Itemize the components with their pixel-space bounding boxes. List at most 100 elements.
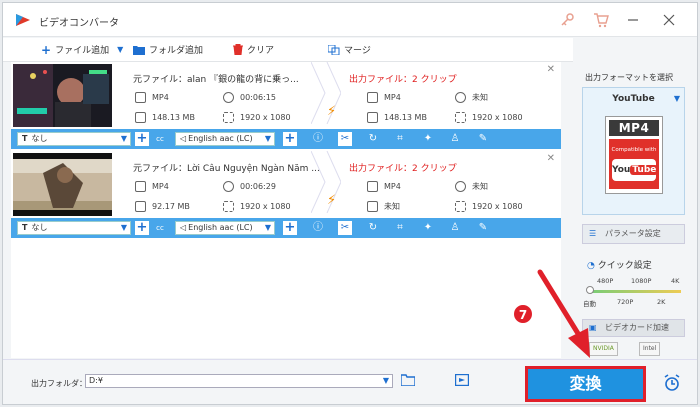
resolution-icon — [223, 112, 234, 123]
source-format: MP4 — [135, 181, 169, 192]
clock-icon — [455, 181, 466, 192]
add-subtitle-button[interactable]: + — [135, 132, 149, 146]
audio-select[interactable]: ◁ English aac (LC) ▼ — [175, 132, 275, 146]
edit-icon[interactable]: ✎ — [476, 221, 490, 235]
parameter-settings-button[interactable]: ☰ パラメータ設定 — [582, 224, 685, 244]
duration-value: 未知 — [472, 93, 488, 102]
scissors-icon[interactable]: ✂ — [338, 132, 352, 146]
source-name: Lời Câu Nguyện Ngàn Năm ... — [187, 164, 320, 174]
size-value: 未知 — [384, 202, 400, 211]
plus-icon: + — [41, 42, 52, 57]
output-resolution: 1920 x 1080 — [455, 112, 523, 123]
scissors-icon[interactable]: ✂ — [338, 221, 352, 235]
alarm-clock-icon[interactable] — [663, 374, 681, 392]
output-folder-label: 出力フォルダ： — [31, 379, 87, 388]
add-file-button[interactable]: + ファイル追加 ▼ — [41, 42, 123, 57]
output-size: 148.13 MB — [367, 112, 427, 123]
format-name: YouTube — [612, 94, 655, 104]
file-size-icon — [135, 112, 146, 123]
format-card-label: MP4 — [609, 120, 659, 136]
chevron-down-icon[interactable]: ▼ — [674, 94, 680, 103]
audio-value: English aac (LC) — [188, 134, 253, 143]
close-icon[interactable]: ✕ — [547, 64, 555, 75]
slider-label: 4K — [671, 277, 680, 285]
source-file-name: 元ファイル：Lời Câu Nguyện Ngàn Năm ... — [133, 161, 320, 174]
format-card: MP4 Compatible with You Tube — [605, 116, 663, 194]
format-selector[interactable]: YouTube ▼ MP4 Compatible with You Tube — [582, 87, 685, 215]
source-file-name: 元ファイル：alan 『銀の龍の背に乗っ... — [133, 72, 299, 85]
convert-button[interactable]: 変換 — [525, 366, 646, 402]
video-thumbnail[interactable] — [13, 153, 112, 216]
watermark-icon[interactable]: ♙ — [448, 132, 462, 146]
close-icon[interactable] — [661, 12, 677, 28]
subtitle-select[interactable]: T なし ▼ — [17, 221, 131, 235]
arrow-divider-icon — [311, 151, 341, 213]
audio-value: English aac (LC) — [188, 223, 253, 232]
subtitle-select[interactable]: T なし ▼ — [17, 132, 131, 146]
key-icon[interactable] — [559, 12, 575, 28]
output-folder-select[interactable]: D:¥ ▼ — [85, 374, 393, 388]
info-icon[interactable]: ⓘ — [311, 132, 325, 146]
source-size: 92.17 MB — [135, 201, 190, 212]
audio-select[interactable]: ◁ English aac (LC) ▼ — [175, 221, 275, 235]
arrow-divider-icon — [311, 62, 341, 124]
browse-folder-icon[interactable] — [401, 374, 415, 386]
duration-value: 未知 — [472, 182, 488, 191]
add-audio-button[interactable]: + — [283, 221, 297, 235]
chevron-down-icon[interactable]: ▼ — [117, 45, 123, 54]
crop-icon[interactable]: ⌗ — [393, 132, 407, 146]
source-label: 元ファイル： — [133, 75, 188, 85]
folder-icon — [133, 45, 145, 55]
clear-button[interactable]: クリア — [233, 43, 274, 56]
slider-label: 1080P — [631, 277, 652, 285]
item-toolbar: T なし ▼ + cc ◁ English aac (LC) ▼ + ⓘ ✂ ↻ ⌗ ✦… — [11, 129, 561, 149]
output-format-title: 出力フォーマットを選択 — [585, 73, 673, 82]
add-folder-button[interactable]: フォルダ追加 — [133, 43, 203, 56]
add-subtitle-button[interactable]: + — [135, 221, 149, 235]
add-audio-button[interactable]: + — [283, 132, 297, 146]
effects-icon[interactable]: ✦ — [421, 221, 435, 235]
output-file-label: 出力ファイル：2 クリップ — [349, 75, 457, 85]
rotate-icon[interactable]: ↻ — [366, 132, 380, 146]
source-duration: 00:06:29 — [223, 181, 276, 192]
youtube-logo-icon: You Tube — [612, 159, 659, 181]
close-icon[interactable]: ✕ — [547, 153, 555, 164]
cc-icon[interactable]: cc — [153, 221, 167, 235]
cart-icon[interactable] — [593, 12, 609, 28]
info-icon[interactable]: ⓘ — [311, 221, 325, 235]
rotate-icon[interactable]: ↻ — [366, 221, 380, 235]
bottom-bar: 出力フォルダ： D:¥ ▼ 変換 — [3, 359, 697, 404]
subtitle-value: なし — [31, 134, 48, 143]
edit-icon[interactable]: ✎ — [476, 132, 490, 146]
minimize-icon[interactable] — [625, 12, 641, 28]
crop-icon[interactable]: ⌗ — [393, 221, 407, 235]
output-file-label: 出力ファイル：2 クリップ — [349, 164, 457, 174]
chevron-down-icon: ▼ — [264, 223, 271, 232]
quality-slider[interactable] — [589, 290, 681, 293]
size-value: 148.13 MB — [384, 113, 427, 122]
cc-icon[interactable]: cc — [153, 132, 167, 146]
lightning-icon: ⚡ — [327, 193, 337, 208]
merge-label: マージ — [344, 46, 371, 56]
open-folder-icon[interactable] — [455, 374, 469, 386]
slider-label: 2K — [657, 298, 666, 306]
intel-label: Intel — [643, 345, 657, 352]
watermark-icon[interactable]: ♙ — [448, 221, 462, 235]
app-logo-icon — [16, 14, 30, 26]
size-value: 148.13 MB — [152, 113, 195, 122]
clock-icon — [455, 92, 466, 103]
effects-icon[interactable]: ✦ — [421, 132, 435, 146]
intel-chip[interactable]: Intel — [639, 342, 661, 356]
format-icon — [367, 92, 378, 103]
sliders-icon: ☰ — [589, 229, 597, 238]
merge-button[interactable]: マージ — [328, 43, 371, 56]
toolbar: + ファイル追加 ▼ フォルダ追加 クリア マージ — [3, 38, 573, 62]
compat-text: Compatible with — [611, 147, 657, 153]
output-format[interactable]: MP4 — [367, 181, 401, 192]
format-value: MP4 — [152, 182, 169, 191]
output-format[interactable]: MP4 — [367, 92, 401, 103]
chevron-down-icon: ▼ — [264, 134, 271, 143]
video-thumbnail[interactable] — [13, 64, 112, 127]
resolution-icon — [455, 112, 466, 123]
text-icon: T — [22, 134, 28, 143]
